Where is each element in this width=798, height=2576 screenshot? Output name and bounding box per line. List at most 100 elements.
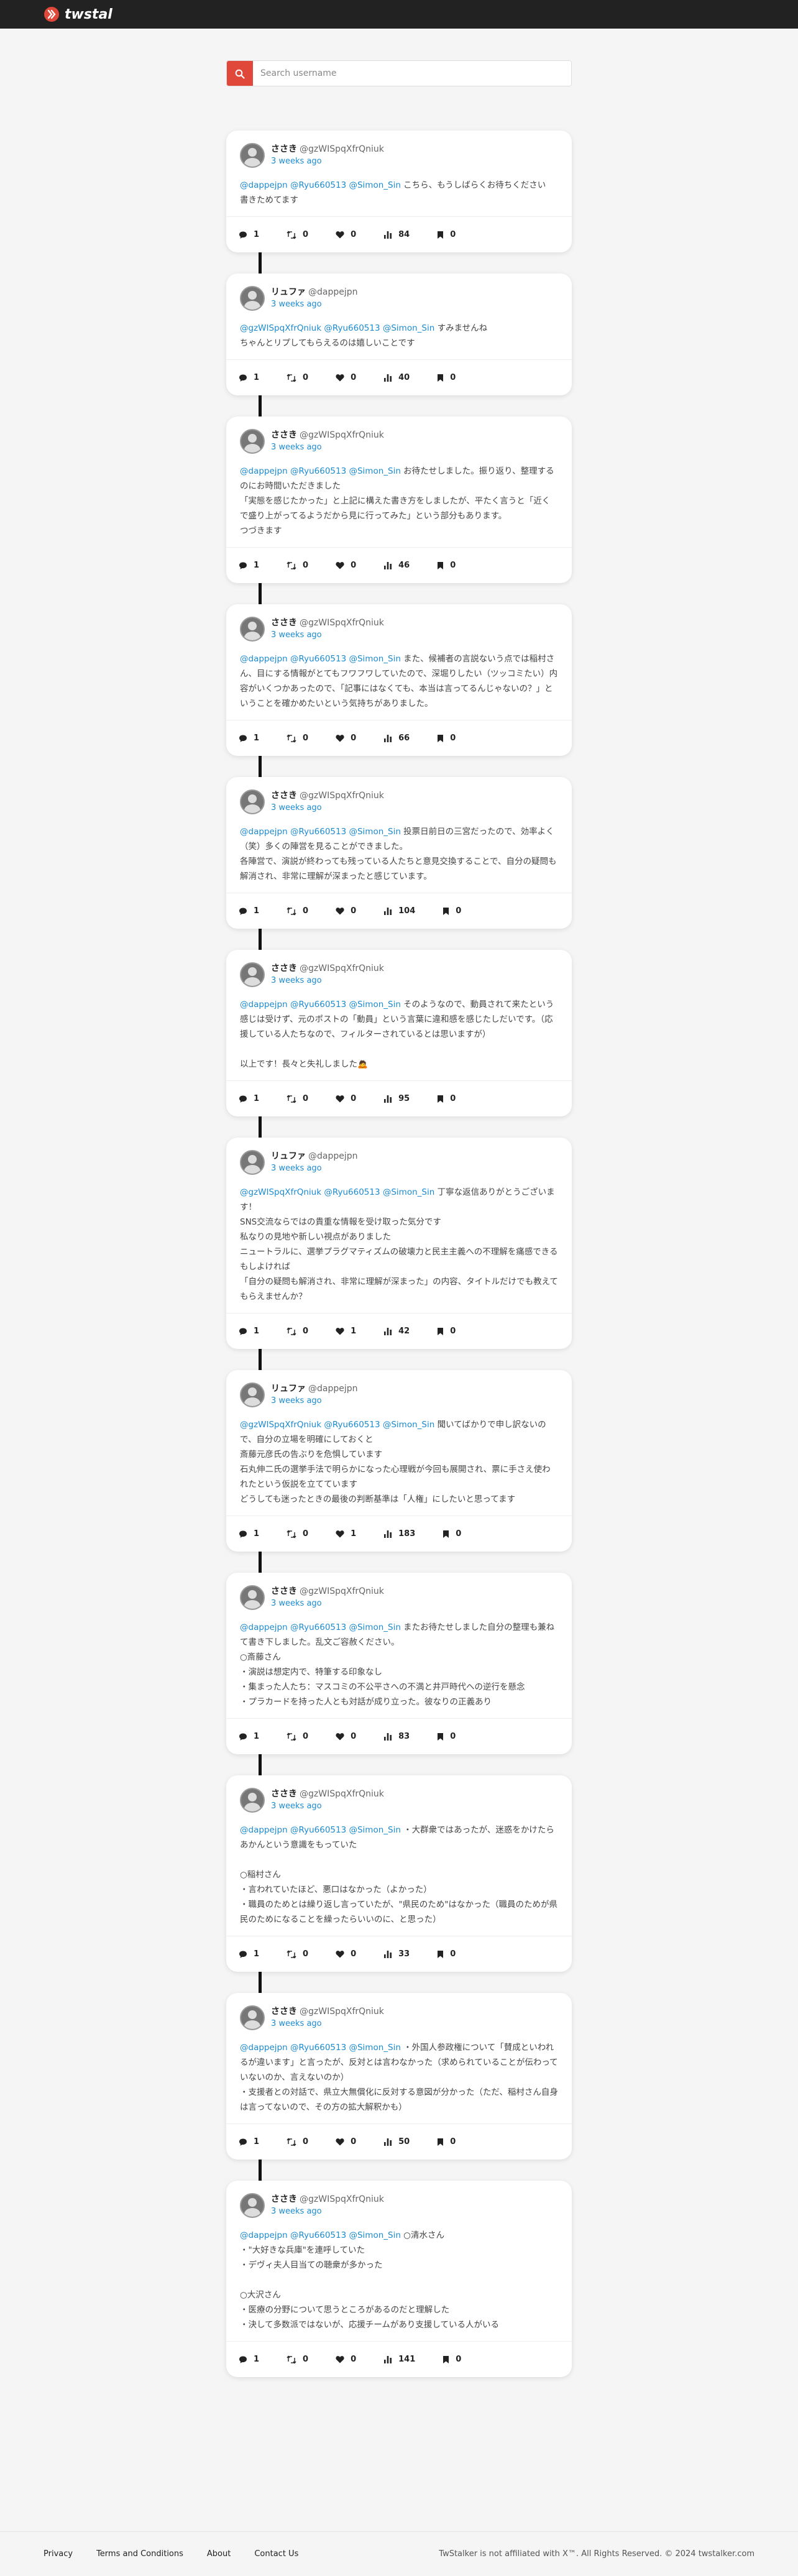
tweet-mentions[interactable]: @dappejpn @Ryu660513 @Simon_Sin xyxy=(240,654,401,664)
reply-button[interactable]: 1 xyxy=(239,2137,259,2146)
reply-button[interactable]: 1 xyxy=(239,1327,259,1336)
tweet-card[interactable]: リュファ @dappejpn 3 weeks ago @gzWISpqXfrQniuk… xyxy=(226,274,572,395)
display-name[interactable]: ささき xyxy=(271,964,297,973)
like-button[interactable]: 0 xyxy=(336,2137,356,2146)
reply-button[interactable]: 1 xyxy=(239,373,259,382)
tweet-mentions[interactable]: @dappejpn @Ryu660513 @Simon_Sin xyxy=(240,1622,401,1632)
views-button[interactable]: 42 xyxy=(383,1327,410,1336)
retweet-button[interactable]: 0 xyxy=(287,2137,308,2146)
avatar[interactable] xyxy=(240,286,265,311)
avatar[interactable] xyxy=(240,1150,265,1175)
user-handle[interactable]: @gzWISpqXfrQniuk xyxy=(300,1789,384,1799)
tweet-mentions[interactable]: @dappejpn @Ryu660513 @Simon_Sin xyxy=(240,827,401,837)
retweet-button[interactable]: 0 xyxy=(287,1732,308,1741)
like-button[interactable]: 0 xyxy=(336,1732,356,1741)
bookmark-button[interactable]: 0 xyxy=(437,2137,456,2146)
tweet-card[interactable]: ささき @gzWISpqXfrQniuk 3 weeks ago @dappejpn … xyxy=(226,950,572,1116)
bookmark-button[interactable]: 0 xyxy=(437,1327,456,1336)
footer-link-about[interactable]: About xyxy=(207,2549,231,2559)
tweet-timestamp[interactable]: 3 weeks ago xyxy=(271,802,384,814)
retweet-button[interactable]: 0 xyxy=(287,373,308,382)
reply-button[interactable]: 1 xyxy=(239,230,259,239)
reply-button[interactable]: 1 xyxy=(239,1529,259,1539)
tweet-timestamp[interactable]: 3 weeks ago xyxy=(271,1162,358,1175)
retweet-button[interactable]: 0 xyxy=(287,230,308,239)
footer-link-contact[interactable]: Contact Us xyxy=(254,2549,298,2559)
search-button[interactable] xyxy=(227,61,253,86)
display-name[interactable]: リュファ xyxy=(271,1384,306,1394)
avatar[interactable] xyxy=(240,1382,265,1407)
like-button[interactable]: 1 xyxy=(336,1529,356,1539)
app-logo[interactable]: twstal xyxy=(44,6,112,22)
views-button[interactable]: 84 xyxy=(383,230,410,239)
reply-button[interactable]: 1 xyxy=(239,1732,259,1741)
like-button[interactable]: 1 xyxy=(336,1327,356,1336)
avatar[interactable] xyxy=(240,1585,265,1610)
tweet-mentions[interactable]: @gzWISpqXfrQniuk @Ryu660513 @Simon_Sin xyxy=(240,1187,434,1197)
tweet-timestamp[interactable]: 3 weeks ago xyxy=(271,155,384,168)
avatar[interactable] xyxy=(240,429,265,454)
tweet-card[interactable]: リュファ @dappejpn 3 weeks ago @gzWISpqXfrQniuk… xyxy=(226,1370,572,1552)
tweet-timestamp[interactable]: 3 weeks ago xyxy=(271,629,384,642)
display-name[interactable]: ささき xyxy=(271,2194,297,2204)
tweet-mentions[interactable]: @dappejpn @Ryu660513 @Simon_Sin xyxy=(240,180,401,190)
views-button[interactable]: 50 xyxy=(383,2137,410,2146)
bookmark-button[interactable]: 0 xyxy=(437,1094,456,1103)
bookmark-button[interactable]: 0 xyxy=(437,1732,456,1741)
display-name[interactable]: ささき xyxy=(271,791,297,801)
tweet-mentions[interactable]: @gzWISpqXfrQniuk @Ryu660513 @Simon_Sin xyxy=(240,1420,434,1430)
reply-button[interactable]: 1 xyxy=(239,2355,259,2364)
bookmark-button[interactable]: 0 xyxy=(443,906,461,916)
views-button[interactable]: 83 xyxy=(383,1732,410,1741)
user-handle[interactable]: @gzWISpqXfrQniuk xyxy=(300,2194,384,2204)
retweet-button[interactable]: 0 xyxy=(287,1327,308,1336)
tweet-card[interactable]: ささき @gzWISpqXfrQniuk 3 weeks ago @dappejpn … xyxy=(226,1775,572,1972)
views-button[interactable]: 66 xyxy=(383,734,410,743)
retweet-button[interactable]: 0 xyxy=(287,2355,308,2364)
like-button[interactable]: 0 xyxy=(336,734,356,743)
tweet-mentions[interactable]: @dappejpn @Ryu660513 @Simon_Sin xyxy=(240,466,401,476)
tweet-card[interactable]: ささき @gzWISpqXfrQniuk 3 weeks ago @dappejpn … xyxy=(226,1993,572,2160)
views-button[interactable]: 141 xyxy=(383,2355,415,2364)
bookmark-button[interactable]: 0 xyxy=(443,2355,461,2364)
display-name[interactable]: ささき xyxy=(271,1789,297,1799)
tweet-card[interactable]: ささき @gzWISpqXfrQniuk 3 weeks ago @dappejpn … xyxy=(226,604,572,756)
tweet-mentions[interactable]: @dappejpn @Ryu660513 @Simon_Sin xyxy=(240,1825,401,1835)
tweet-timestamp[interactable]: 3 weeks ago xyxy=(271,975,384,987)
tweet-timestamp[interactable]: 3 weeks ago xyxy=(271,2018,384,2030)
display-name[interactable]: ささき xyxy=(271,2007,297,2017)
retweet-button[interactable]: 0 xyxy=(287,906,308,916)
tweet-timestamp[interactable]: 3 weeks ago xyxy=(271,2206,384,2218)
display-name[interactable]: ささき xyxy=(271,144,297,154)
avatar[interactable] xyxy=(240,789,265,814)
display-name[interactable]: リュファ xyxy=(271,287,306,297)
views-button[interactable]: 104 xyxy=(383,906,415,916)
bookmark-button[interactable]: 0 xyxy=(437,734,456,743)
user-handle[interactable]: @dappejpn xyxy=(308,287,358,297)
bookmark-button[interactable]: 0 xyxy=(437,1949,456,1959)
avatar[interactable] xyxy=(240,962,265,987)
retweet-button[interactable]: 0 xyxy=(287,561,308,570)
like-button[interactable]: 0 xyxy=(336,230,356,239)
tweet-card[interactable]: ささき @gzWISpqXfrQniuk 3 weeks ago @dappejpn … xyxy=(226,1573,572,1754)
avatar[interactable] xyxy=(240,143,265,168)
retweet-button[interactable]: 0 xyxy=(287,734,308,743)
bookmark-button[interactable]: 0 xyxy=(437,230,456,239)
avatar[interactable] xyxy=(240,2193,265,2218)
user-handle[interactable]: @gzWISpqXfrQniuk xyxy=(300,2007,384,2017)
tweet-mentions[interactable]: @dappejpn @Ryu660513 @Simon_Sin xyxy=(240,2043,401,2053)
user-handle[interactable]: @dappejpn xyxy=(308,1151,358,1161)
tweet-timestamp[interactable]: 3 weeks ago xyxy=(271,1395,358,1407)
search-input[interactable] xyxy=(253,61,571,86)
tweet-card[interactable]: ささき @gzWISpqXfrQniuk 3 weeks ago @dappejpn … xyxy=(226,777,572,929)
retweet-button[interactable]: 0 xyxy=(287,1529,308,1539)
display-name[interactable]: ささき xyxy=(271,430,297,440)
like-button[interactable]: 0 xyxy=(336,561,356,570)
retweet-button[interactable]: 0 xyxy=(287,1094,308,1103)
user-handle[interactable]: @gzWISpqXfrQniuk xyxy=(300,618,384,628)
reply-button[interactable]: 1 xyxy=(239,1949,259,1959)
user-handle[interactable]: @gzWISpqXfrQniuk xyxy=(300,144,384,154)
tweet-mentions[interactable]: @dappejpn @Ryu660513 @Simon_Sin xyxy=(240,1000,401,1010)
tweet-timestamp[interactable]: 3 weeks ago xyxy=(271,441,384,454)
retweet-button[interactable]: 0 xyxy=(287,1949,308,1959)
